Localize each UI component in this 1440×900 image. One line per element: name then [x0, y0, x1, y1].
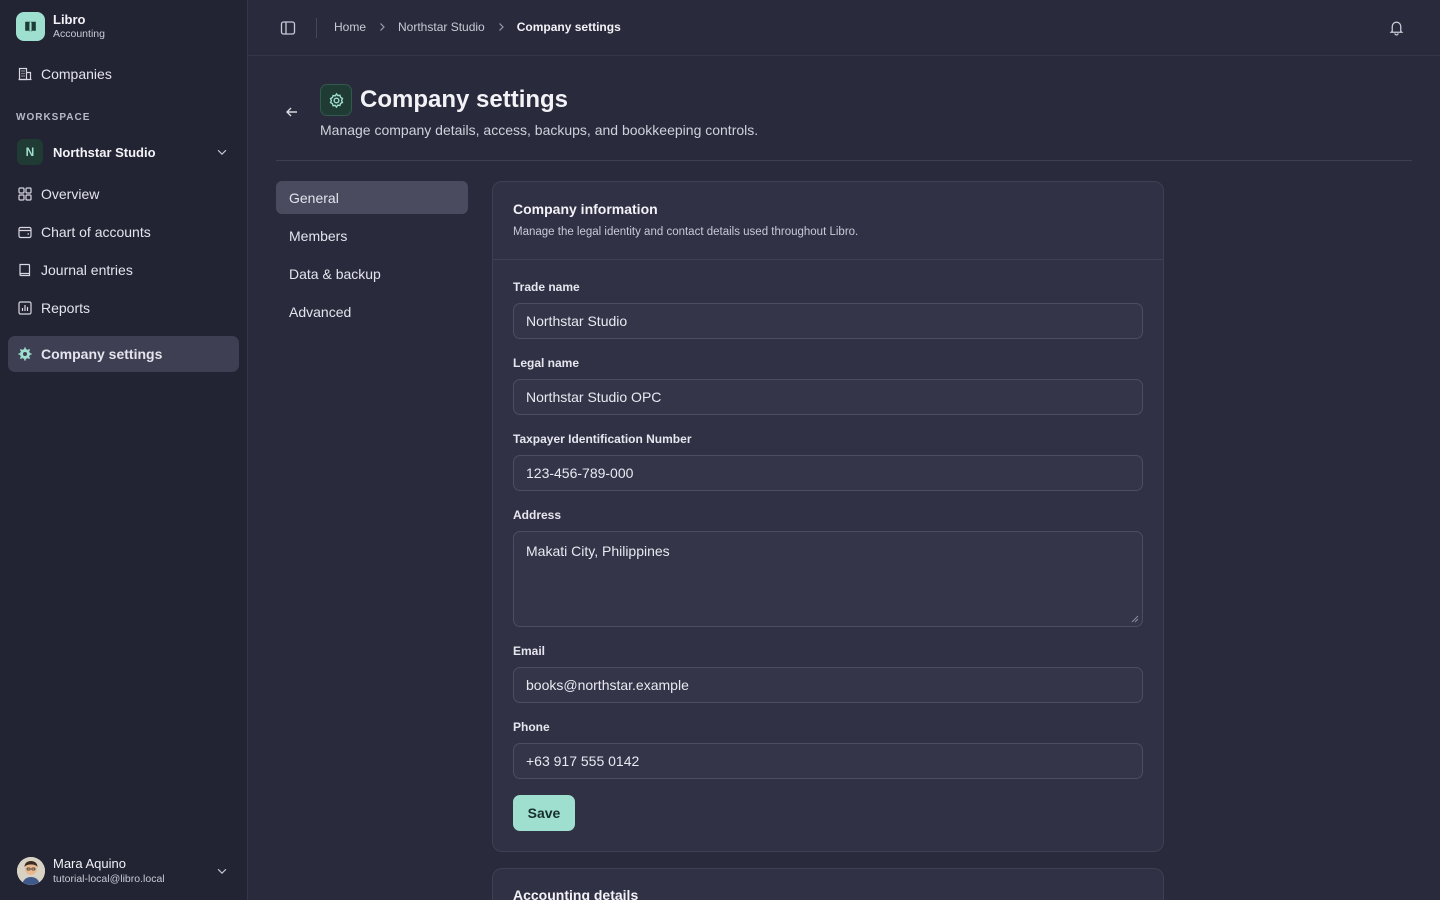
chevron-right-icon [498, 23, 504, 31]
address-label: Address [513, 508, 562, 522]
bell-icon[interactable] [1388, 19, 1405, 36]
sidebar-item-label: Reports [41, 300, 91, 316]
address-field[interactable]: Makati City, Philippines [513, 531, 1143, 627]
sidebar-item-reports[interactable]: Reports [8, 290, 239, 326]
building-icon [18, 67, 32, 81]
tab-advanced[interactable]: Advanced [276, 295, 468, 328]
book-icon [19, 263, 31, 277]
resize-handle-icon[interactable] [1131, 615, 1139, 623]
sidebar-item-overview[interactable]: Overview [8, 176, 239, 212]
sidebar: Libro Accounting Companies WORKSPACE N N… [0, 0, 248, 900]
email-field[interactable]: books@northstar.example [513, 667, 1143, 703]
user-email: tutorial-local@libro.local [53, 873, 165, 885]
trade-name-label: Trade name [513, 280, 580, 294]
tin-field[interactable]: 123-456-789-000 [513, 455, 1143, 491]
tin-label: Taxpayer Identification Number [513, 432, 692, 446]
libro-logo-icon [16, 12, 45, 41]
divider [276, 160, 1412, 161]
save-button[interactable]: Save [513, 795, 575, 831]
top-bar: Home Northstar Studio Company settings [248, 0, 1440, 56]
email-label: Email [513, 644, 546, 658]
accounting-details-card: Accounting details [492, 868, 1164, 900]
breadcrumb-home[interactable]: Home [334, 20, 366, 34]
sidebar-item-company-settings[interactable]: Company settings [8, 336, 239, 372]
chevron-down-icon [217, 149, 227, 156]
bar-chart-icon [18, 301, 32, 315]
user-menu[interactable]: Mara Aquino tutorial-local@libro.local [8, 848, 239, 894]
workspace-switcher[interactable]: N Northstar Studio [8, 135, 239, 169]
breadcrumb: Home Northstar Studio Company settings [334, 20, 621, 34]
phone-field[interactable]: +63 917 555 0142 [513, 743, 1143, 779]
wallet-icon [18, 226, 32, 239]
breadcrumb-company[interactable]: Northstar Studio [398, 20, 485, 34]
user-name: Mara Aquino [53, 856, 126, 871]
settings-icon [320, 84, 352, 116]
sidebar-item-label: Chart of accounts [41, 224, 151, 240]
sidebar-item-label: Journal entries [41, 262, 133, 278]
sidebar-item-chart-of-accounts[interactable]: Chart of accounts [8, 214, 239, 250]
address-value: Makati City, Philippines [526, 543, 670, 559]
card-description: Manage the legal identity and contact de… [513, 226, 859, 238]
chevron-down-icon [217, 868, 227, 875]
page-title: Company settings [360, 86, 569, 113]
sidebar-item-label: Overview [41, 186, 100, 202]
brand[interactable]: Libro Accounting [16, 12, 105, 41]
legal-name-field[interactable]: Northstar Studio OPC [513, 379, 1143, 415]
tab-members[interactable]: Members [276, 219, 468, 252]
page-subtitle: Manage company details, access, backups,… [320, 122, 759, 138]
sidebar-item-companies[interactable]: Companies [8, 56, 239, 92]
legal-name-label: Legal name [513, 356, 580, 370]
chevron-right-icon [380, 23, 385, 31]
brand-name: Libro [53, 12, 86, 27]
divider [316, 18, 317, 38]
back-arrow-icon[interactable] [284, 104, 300, 120]
sidebar-toggle-icon[interactable] [279, 19, 297, 37]
gear-icon [18, 347, 32, 361]
workspace-label: WORKSPACE [16, 112, 91, 123]
grid-icon [18, 187, 32, 201]
workspace-name: Northstar Studio [53, 144, 156, 160]
brand-subtitle: Accounting [53, 28, 105, 40]
phone-label: Phone [513, 720, 550, 734]
tab-general[interactable]: General [276, 181, 468, 214]
tab-data-backup[interactable]: Data & backup [276, 257, 468, 290]
trade-name-field[interactable]: Northstar Studio [513, 303, 1143, 339]
sidebar-item-label: Company settings [41, 346, 163, 362]
company-information-card: Company information Manage the legal ide… [492, 181, 1164, 852]
card-title: Accounting details [513, 887, 639, 900]
workspace-badge: N [17, 139, 43, 165]
card-title: Company information [513, 201, 658, 217]
card-header: Company information Manage the legal ide… [493, 182, 1163, 260]
sidebar-item-label: Companies [41, 66, 112, 82]
sidebar-item-journal-entries[interactable]: Journal entries [8, 252, 239, 288]
avatar [17, 857, 45, 885]
breadcrumb-current: Company settings [516, 20, 621, 34]
